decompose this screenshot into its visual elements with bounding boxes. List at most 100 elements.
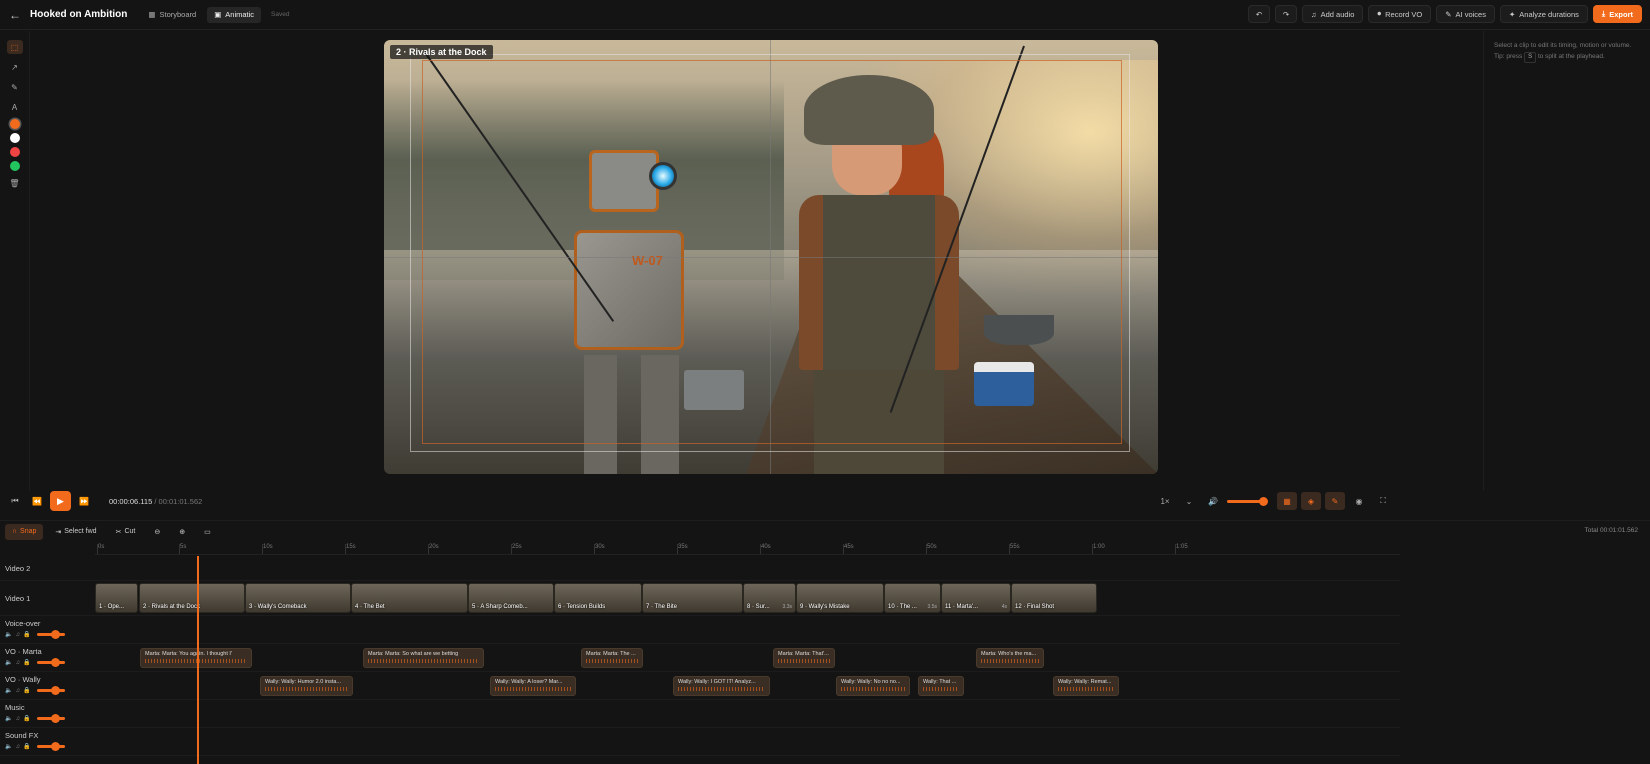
headphones-icon[interactable]: ♫ [15, 744, 20, 750]
mute-icon[interactable]: 🔈 [5, 631, 12, 638]
skip-start-icon[interactable]: ⏮ [4, 492, 26, 510]
volume-slider[interactable] [1227, 496, 1268, 506]
analyze-durations-button[interactable]: ✦ Analyze durations [1499, 5, 1588, 23]
playhead[interactable] [197, 556, 199, 764]
arrow-tool-icon[interactable]: ↗ [7, 60, 23, 74]
time-ruler[interactable]: 0s 5s 10s 15s 20s 25s 30s 35s 40s 45s 50s 55s 1:00 1:… [95, 543, 1400, 555]
ruler-tick: 40s [760, 544, 771, 554]
clip-label: 8 · Sur... [747, 604, 770, 610]
scene-canvas[interactable]: W-07 2 · Rivals at the Dock [384, 40, 1158, 474]
grid-toggle-icon[interactable]: ▦ [1277, 492, 1297, 510]
track-name: Voice-over [5, 619, 41, 628]
track-volume[interactable] [37, 658, 66, 667]
text-tool-icon[interactable]: A [7, 100, 23, 114]
audio-clip[interactable]: Wally: Wally: No no no... [836, 676, 910, 696]
tab-storyboard[interactable]: ▦ Storyboard [141, 7, 203, 23]
redo-button[interactable]: ↷ [1274, 5, 1297, 23]
audio-clip[interactable]: Wally: Wally: A loser? Mar... [490, 676, 576, 696]
audio-clip[interactable]: Marta: Marta: That'... [773, 648, 835, 668]
volume-icon[interactable]: 🔊 [1203, 492, 1223, 510]
video-clip[interactable]: 7 · The Bite [642, 583, 743, 613]
play-button[interactable]: ▶ [50, 491, 71, 511]
video-clip[interactable]: 3 · Wally's Comeback [245, 583, 351, 613]
back-arrow-icon[interactable]: ← [0, 8, 30, 22]
video-clip[interactable]: 8 · Sur... 3.3s [743, 583, 796, 613]
tab-animatic[interactable]: ▣ Animatic [207, 6, 262, 23]
chevron-down-icon[interactable]: ⌄ [1179, 492, 1199, 510]
track-volume[interactable] [37, 714, 66, 723]
mute-icon[interactable]: 🔈 [5, 715, 12, 722]
audio-clip[interactable]: Wally: That ... [918, 676, 964, 696]
video-clip[interactable]: 6 · Tension Builds [554, 583, 642, 613]
headphones-icon[interactable]: ♫ [15, 632, 20, 638]
audio-clip[interactable]: Marta: Marta: So what are we betting [363, 648, 484, 668]
add-audio-button[interactable]: ♫ Add audio [1301, 5, 1364, 23]
zoom-in-icon[interactable]: ⊕ [172, 524, 192, 540]
fullscreen-icon[interactable]: ⛶ [1373, 492, 1393, 510]
color-swatch-white[interactable] [9, 133, 20, 143]
color-swatch-red[interactable] [9, 147, 20, 157]
track-volume[interactable] [37, 742, 66, 751]
audio-clip[interactable]: Wally: Wally: Humor 2.0 insta... [260, 676, 353, 696]
pen-tool-icon[interactable]: ✎ [7, 80, 23, 94]
mute-icon[interactable]: 🔈 [5, 743, 12, 750]
video-clip[interactable]: 5 · A Sharp Comeb... [468, 583, 554, 613]
tag-icon[interactable]: ◈ [1301, 492, 1321, 510]
audio-clip[interactable]: Marta: Marta: You again. I thought I' [140, 648, 252, 668]
zoom-out-icon[interactable]: ⊖ [147, 524, 167, 540]
lock-icon[interactable]: 🔒 [23, 659, 30, 666]
lock-icon[interactable]: 🔒 [23, 687, 30, 694]
video-clip[interactable]: 1 · Ope... [95, 583, 138, 613]
video-clip[interactable]: 2 · Rivals at the Dock [139, 583, 245, 613]
track-sound-fx: Sound FX 🔈 ♫ 🔒 [0, 728, 1400, 756]
ai-voices-button[interactable]: ✎ AI voices [1436, 5, 1495, 23]
project-title: Hooked on Ambition [30, 9, 128, 20]
trash-icon[interactable]: 🗑 [7, 176, 23, 190]
snap-button[interactable]: ∩ Snap [5, 523, 44, 540]
speed-select[interactable]: 1× [1155, 492, 1175, 510]
audio-clip[interactable]: Marta: Who's the ma... [976, 648, 1044, 668]
fit-icon[interactable]: ▭ [197, 524, 218, 540]
mute-icon[interactable]: 🔈 [5, 659, 12, 666]
rewind-icon[interactable]: ⏪ [26, 492, 48, 510]
track-volume[interactable] [37, 686, 66, 695]
headphones-icon[interactable]: ♫ [15, 660, 20, 666]
clip-label: 1 · Ope... [99, 604, 125, 610]
select-forward-button[interactable]: ⇥ Select fwd [48, 524, 103, 540]
track-vo-wally: VO · Wally 🔈 ♫ 🔒 Wally: Wally: Humor 2.0 i… [0, 672, 1400, 700]
track-vo-marta: VO · Marta 🔈 ♫ 🔒 Marta: Marta: You again. … [0, 644, 1400, 672]
video-clip[interactable]: 11 · Marta'... 4s [941, 583, 1011, 613]
audio-clip[interactable]: Marta: Marta: The ... [581, 648, 643, 668]
audio-clip-label: Marta: Marta: The ... [586, 651, 636, 657]
headphones-icon[interactable]: ♫ [15, 716, 20, 722]
lock-icon[interactable]: 🔒 [23, 743, 30, 750]
video-clip[interactable]: 10 · The ... 3.5s [884, 583, 941, 613]
audio-clip[interactable]: Wally: Wally: Remat... [1053, 676, 1119, 696]
color-swatch-green[interactable] [9, 161, 20, 171]
track-volume[interactable] [37, 630, 66, 639]
video-clip[interactable]: 4 · The Bet [351, 583, 468, 613]
video-clip[interactable]: 12 · Final Shot [1011, 583, 1097, 613]
draw-toggle-icon[interactable]: ✎ [1325, 492, 1345, 510]
record-vo-button[interactable]: ⏺ Record VO [1368, 5, 1432, 23]
lock-icon[interactable]: 🔒 [23, 631, 30, 638]
video-clip[interactable]: 9 · Wally's Mistake [796, 583, 884, 613]
track-controls: 🔈 ♫ 🔒 [5, 742, 66, 751]
clip-label: 12 · Final Shot [1015, 604, 1055, 610]
select-tool-icon[interactable]: ⬚ [6, 40, 23, 54]
headphones-icon[interactable]: ♫ [15, 688, 20, 694]
export-button[interactable]: ⤓ Export [1592, 5, 1642, 23]
mute-icon[interactable]: 🔈 [5, 687, 12, 694]
track-video-2: Video 2 [0, 555, 1400, 581]
camera-icon[interactable]: ◉ [1349, 492, 1369, 510]
waveform [368, 659, 479, 663]
fast-forward-icon[interactable]: ⏩ [73, 492, 95, 510]
wand-icon: ✎ [1445, 9, 1452, 19]
undo-button[interactable]: ↶ [1247, 5, 1270, 23]
current-time: 00:00:06.115 [109, 496, 153, 506]
lock-icon[interactable]: 🔒 [23, 715, 30, 722]
color-swatch-orange[interactable] [9, 119, 20, 129]
audio-clip[interactable]: Wally: Wally: I GOT IT! Analyz... [673, 676, 770, 696]
clip-label: 7 · The Bite [646, 604, 677, 610]
cut-button[interactable]: ✂ Cut [109, 524, 143, 540]
